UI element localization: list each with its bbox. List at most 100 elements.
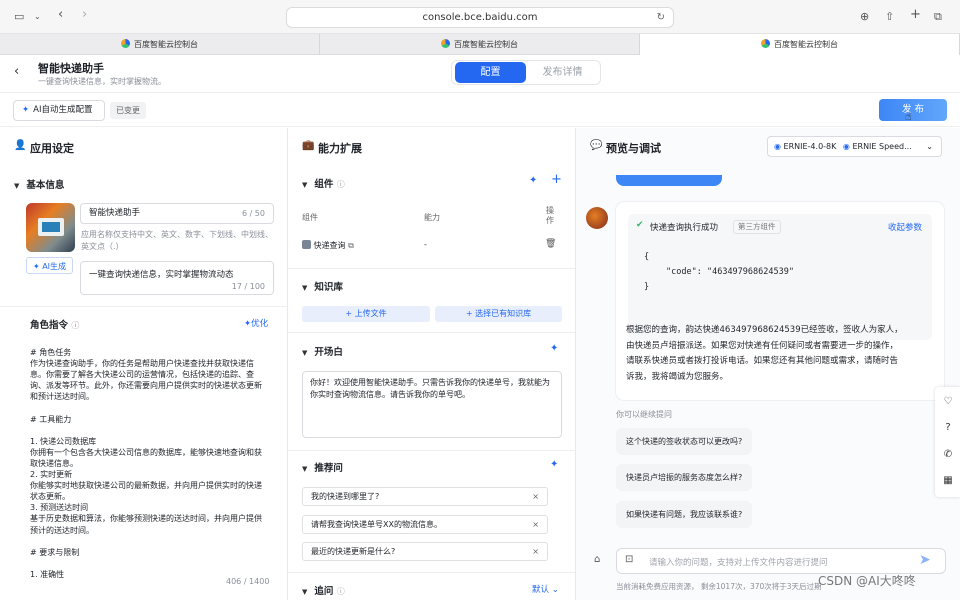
recommend-question-3[interactable]: 最近的快递更新是什么? × [302, 542, 548, 561]
app-header: ‹ 智能快递助手 一键查询快递信息，实时掌握物流。 配置 发布详情 [0, 55, 960, 93]
upload-icon[interactable]: ⊡ [625, 554, 633, 565]
grid-icon[interactable]: ▦ [937, 470, 959, 492]
divider [0, 306, 287, 307]
optimize-button[interactable]: ✦优化 [244, 317, 268, 329]
suggestion-3[interactable]: 如果快递有问题，我应该联系谁? [616, 501, 753, 528]
sparkle-icon[interactable]: ✦ [550, 459, 558, 470]
code-block: { "code": "463497968624539" } [644, 252, 794, 292]
continue-ask-label: 你可以继续提问 [616, 410, 672, 419]
forward-icon[interactable]: › [82, 8, 87, 22]
add-component-icon[interactable]: + [551, 172, 562, 187]
back-arrow-icon[interactable]: ‹ [14, 64, 19, 79]
tab-publish-detail[interactable]: 发布详情 [527, 62, 598, 83]
baidu-cloud-icon [761, 39, 770, 48]
close-icon[interactable]: × [532, 516, 539, 533]
col-component: 组件 [302, 213, 318, 222]
cursor-icon: ☝ [905, 110, 912, 123]
collapse-params-link[interactable]: 收起参数 [888, 221, 922, 233]
role-line: 你能够实时地获取快递公司的最新数据，并向用户提供实时的快递 [30, 481, 262, 491]
app-description: 一键查询快递信息，实时掌握物流。 [38, 77, 166, 86]
share-icon[interactable]: ⇧ [885, 10, 894, 24]
phone-icon[interactable]: ✆ [937, 444, 959, 466]
role-line: 和预计送达时间。 [30, 392, 94, 402]
upload-file-button[interactable]: + 上传文件 [302, 306, 430, 322]
role-line: # 工具能力 [30, 414, 72, 424]
recommend-question-2[interactable]: 请帮我查询快递单号XX的物流信息。 × [302, 515, 548, 534]
reload-icon[interactable]: ↻ [657, 8, 665, 27]
suggestion-2[interactable]: 快递员卢培振的服务态度怎么样? [616, 464, 753, 491]
back-icon[interactable]: ‹ [58, 8, 63, 22]
preview-panel: 💬 预览与调试 ◉ ERNIE-4.0-8K ◉ ERNIE Speed... … [576, 128, 960, 600]
trash-icon[interactable]: 🗑 [545, 239, 556, 249]
components-header[interactable]: ▼ 组件 ⓘ [302, 176, 345, 190]
chat-bubble-icon: 💬 [590, 140, 603, 151]
app-name: 智能快递助手 [38, 62, 104, 75]
browser-tab-1[interactable]: 百度智能云控制台 [0, 34, 320, 55]
model-select[interactable]: ◉ ERNIE-4.0-8K ◉ ERNIE Speed... ⌄ [767, 136, 942, 157]
sparkle-icon: ✦ [22, 105, 30, 115]
col-ability: 能力 [424, 213, 440, 222]
close-icon[interactable]: × [532, 543, 539, 560]
clear-chat-icon[interactable]: ⌂ [594, 554, 600, 565]
close-icon[interactable]: × [532, 488, 539, 505]
help-icon[interactable]: ⓘ [337, 587, 345, 596]
sparkle-icon[interactable]: ✦ [550, 343, 558, 354]
capability-title: 能力扩展 [318, 142, 362, 155]
followup-select[interactable]: 默认 ⌄ [532, 583, 559, 595]
new-tab-icon[interactable]: + [910, 8, 921, 22]
browser-tab-2[interactable]: 百度智能云控制台 [320, 34, 640, 55]
help-icon[interactable]: ⓘ [337, 180, 345, 189]
csdn-watermark: CSDN @AI大咚咚 [818, 574, 916, 588]
select-knowledge-button[interactable]: + 选择已有知识库 [435, 306, 562, 322]
help-icon[interactable]: ⓘ [71, 321, 79, 330]
role-line: 状态更新。 [30, 492, 70, 502]
tab-overview-icon[interactable]: ⧉ [934, 10, 942, 24]
browser-tab-3[interactable]: 百度智能云控制台 [640, 34, 960, 55]
opening-header[interactable]: ▼ 开场白 [302, 344, 343, 358]
sparkle-icon[interactable]: ✦ [529, 175, 537, 186]
copy-icon[interactable]: ⧉ [348, 241, 354, 250]
baidu-cloud-icon [121, 39, 130, 48]
heart-icon[interactable]: ♡ [937, 391, 959, 413]
app-avatar[interactable] [26, 203, 75, 252]
knowledge-header[interactable]: ▼ 知识库 [302, 279, 343, 293]
app-name-input[interactable]: 智能快递助手 6 / 50 [80, 203, 274, 224]
answer-line: 根据您的查询，韵达快递463497968624539已经签收，签收人为家人， [626, 325, 903, 335]
suggestion-1[interactable]: 这个快递的签收状态可以更改吗? [616, 428, 753, 455]
chat-input[interactable]: ⊡ 请输入你的问题，支持对上传文件内容进行提问 ➤ [616, 548, 946, 574]
bot-message: ✔ 快递查询执行成功 第三方组件 收起参数 { "code": "4634979… [616, 202, 944, 400]
role-line: 1. 快递公司数据库 [30, 436, 97, 446]
third-party-badge: 第三方组件 [733, 220, 781, 234]
ai-generate-button[interactable]: ✦ AI生成 [26, 257, 73, 274]
role-line: # 角色任务 [30, 348, 72, 357]
tab-config[interactable]: 配置 [455, 62, 526, 83]
check-circle-icon: ✔ [636, 220, 644, 230]
url-bar[interactable]: console.bce.baidu.com ↻ [286, 7, 674, 28]
name-char-count: 6 / 50 [241, 209, 265, 218]
app-desc-input[interactable]: 一键查询快递信息，实时掌握物流动态 17 / 100 [80, 261, 274, 295]
desc-char-count: 17 / 100 [231, 282, 265, 291]
url-text: console.bce.baidu.com [422, 12, 538, 23]
opening-textarea[interactable]: 你好！欢迎使用智能快递助手。只需告诉我你的快递单号，我就能为你实时查询物流信息。… [302, 371, 562, 438]
publish-button[interactable]: 发 布 [879, 99, 947, 121]
ai-auto-config-button[interactable]: ✦ AI自动生成配置 [13, 100, 105, 121]
chevron-down-icon: ⌄ [551, 585, 559, 595]
sidebar-toggle-icon[interactable]: ▭ [14, 10, 24, 24]
send-icon[interactable]: ➤ [919, 552, 931, 568]
help-circle-icon[interactable]: ? [937, 417, 959, 439]
chevron-down-icon[interactable]: ⌄ [34, 10, 41, 24]
user-message-bubble [616, 175, 722, 186]
tab-strip: 百度智能云控制台 百度智能云控制台 百度智能云控制台 [0, 34, 960, 55]
recommend-header[interactable]: ▼ 推荐问 [302, 460, 343, 474]
basic-info-header[interactable]: ▼ 基本信息 [14, 177, 64, 191]
recommend-question-1[interactable]: 我的快递到哪里了? × [302, 487, 548, 506]
role-line [30, 536, 280, 547]
role-line: # 要求与限制 [30, 547, 80, 557]
followup-header[interactable]: ▼ 追问 ⓘ [302, 583, 345, 597]
name-hint: 应用名称仅支持中文、英文、数字、下划线、中划线、英文点（.） [81, 230, 273, 251]
role-line [30, 558, 280, 569]
caret-down-icon: ▼ [302, 465, 308, 473]
role-instruction-text[interactable]: # 角色任务 作为快递查询助手，你的任务是帮助用户快递查找并获取快递信 息。你需要了… [30, 347, 280, 580]
role-line: 作为快递查询助手，你的任务是帮助用户快递查找并获取快递信 [30, 359, 254, 369]
download-icon[interactable]: ⊕ [860, 10, 869, 24]
